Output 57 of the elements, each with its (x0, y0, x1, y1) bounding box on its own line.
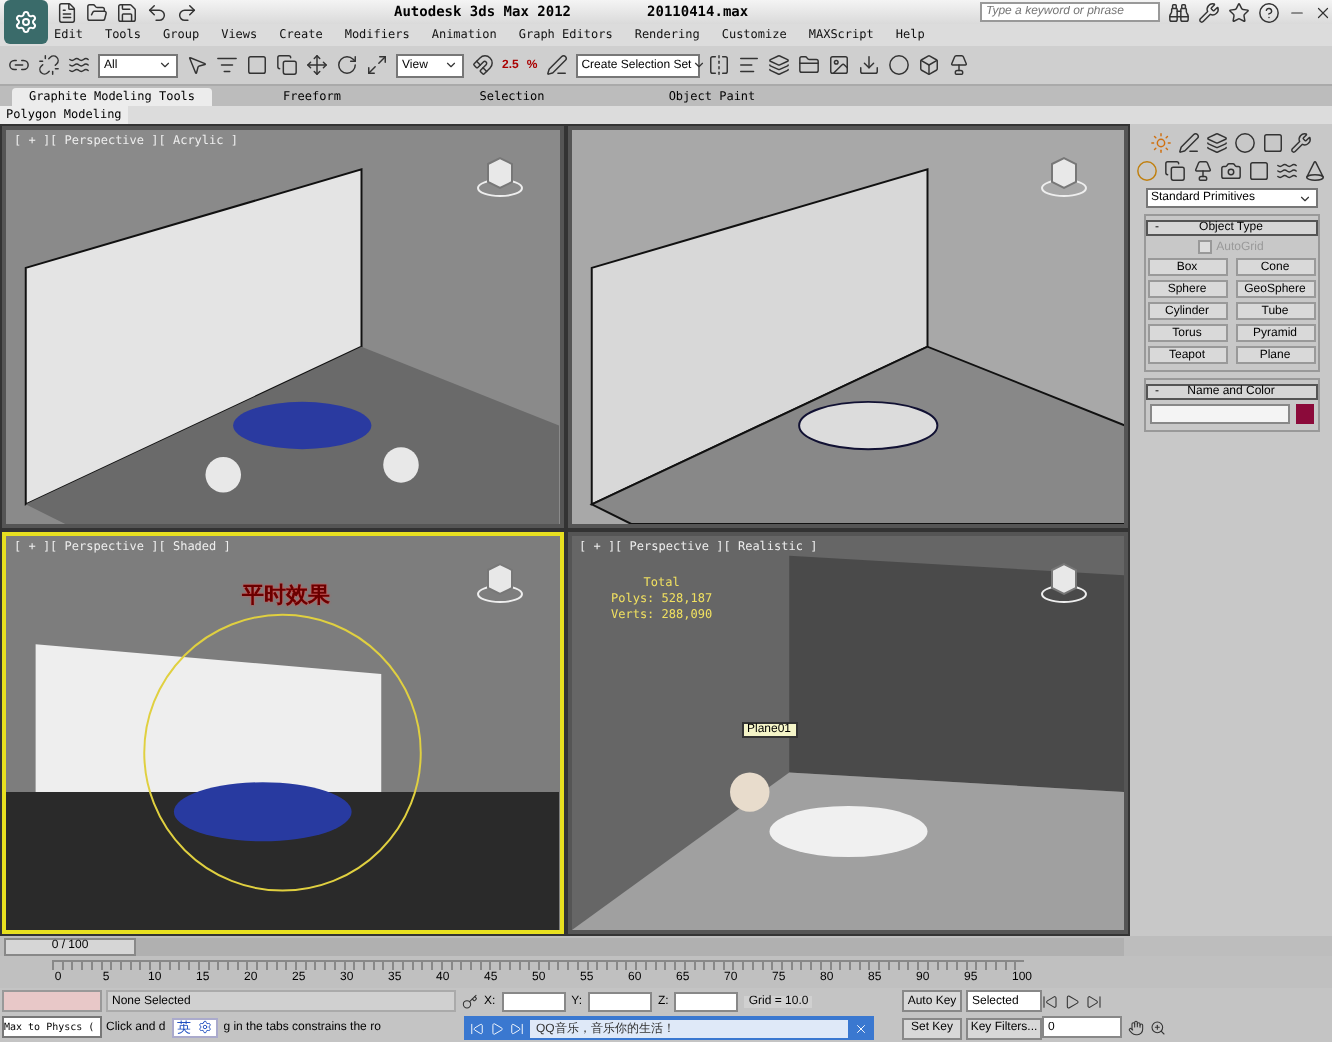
view-cube-icon[interactable] (1040, 154, 1088, 198)
color-bar (2, 990, 102, 1012)
name-field[interactable] (1149, 404, 1289, 424)
view-cube-icon[interactable] (475, 560, 523, 604)
new-file-icon[interactable] (56, 1, 78, 23)
align-icon[interactable] (737, 54, 760, 76)
pointer-icon[interactable] (186, 54, 208, 76)
link-icon[interactable] (8, 54, 30, 76)
save-icon[interactable] (116, 1, 138, 23)
caret-icon[interactable] (158, 58, 172, 72)
copy-icon[interactable] (276, 54, 298, 76)
image-icon[interactable] (827, 54, 850, 76)
lamp-icon[interactable] (947, 54, 970, 76)
hand-icon[interactable] (1128, 1019, 1144, 1035)
skip-forward-icon[interactable] (1086, 993, 1102, 1009)
viewport-caption: 平时效果 (242, 581, 330, 610)
zoom-icon[interactable] (1150, 1019, 1166, 1035)
coordinate-field[interactable] (588, 991, 653, 1011)
view-cube-icon[interactable] (1040, 560, 1088, 604)
skip-forward-icon[interactable] (510, 1021, 524, 1035)
wave-icon[interactable] (68, 54, 90, 76)
pencil-icon[interactable] (545, 54, 568, 76)
caret-icon[interactable] (444, 58, 458, 72)
folder-icon[interactable] (797, 54, 820, 76)
play-icon[interactable] (1064, 993, 1080, 1009)
help-icon[interactable] (1258, 1, 1280, 23)
color-swatch[interactable] (1295, 404, 1313, 424)
magnet-icon[interactable] (472, 54, 494, 76)
list-icon[interactable] (216, 54, 238, 76)
mirror-icon[interactable] (707, 54, 730, 76)
layers-icon[interactable] (767, 54, 790, 76)
coordinate-field[interactable] (501, 991, 566, 1011)
unlink-icon[interactable] (38, 54, 60, 76)
undo-icon[interactable] (146, 1, 168, 23)
close-icon[interactable] (1314, 3, 1332, 21)
scale-icon[interactable] (366, 54, 388, 76)
coordinate-field[interactable] (674, 991, 739, 1011)
binoculars-icon[interactable] (1168, 1, 1190, 23)
skip-back-icon[interactable] (470, 1021, 484, 1035)
open-folder-icon[interactable] (86, 1, 108, 23)
camera-icon[interactable] (1220, 160, 1242, 182)
wrench-icon[interactable] (1198, 1, 1220, 23)
view-cube-icon[interactable] (475, 154, 523, 198)
square-icon[interactable] (246, 54, 268, 76)
download-icon[interactable] (857, 54, 880, 76)
box-icon[interactable] (917, 54, 940, 76)
move-icon[interactable] (306, 54, 328, 76)
rotate-icon[interactable] (336, 54, 358, 76)
skip-back-icon[interactable] (1042, 993, 1058, 1009)
circle-icon[interactable] (887, 54, 910, 76)
gear-icon[interactable] (197, 1020, 212, 1034)
caret-icon[interactable] (1297, 191, 1311, 205)
star-icon[interactable] (1228, 1, 1250, 23)
caret-icon[interactable] (691, 58, 706, 72)
redo-icon[interactable] (176, 1, 198, 23)
app-menu-icon[interactable] (4, 0, 48, 44)
light-icon[interactable] (1192, 160, 1214, 182)
